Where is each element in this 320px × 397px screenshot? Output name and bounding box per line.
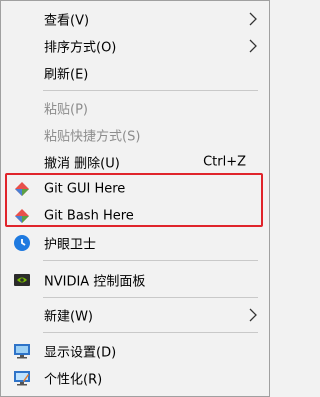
menu-item-undo-label: 撤消 删除(U): [44, 156, 120, 172]
display-settings-icon: [14, 344, 30, 359]
menu-item-refresh[interactable]: 刷新(E): [2, 61, 268, 85]
menu-item-personalize-label: 个性化(R): [44, 372, 103, 388]
menu-item-display-settings-label: 显示设置(D): [44, 345, 117, 361]
menu-item-sort[interactable]: 排序方式(O): [2, 34, 268, 58]
chevron-right-icon: [249, 308, 257, 322]
nvidia-icon: [14, 274, 30, 286]
menu-item-git-bash-label: Git Bash Here: [44, 208, 134, 224]
context-menu: 查看(V) 排序方式(O) 刷新(E) 粘贴(P) 粘贴快捷方式(S) 撤消 删…: [0, 0, 270, 397]
menu-item-undo-delete[interactable]: 撤消 删除(U) Ctrl+Z: [2, 150, 268, 174]
personalize-icon: [14, 371, 30, 386]
menu-item-paste-shortcut[interactable]: 粘贴快捷方式(S): [2, 123, 268, 147]
menu-item-display-settings[interactable]: 显示设置(D): [2, 339, 268, 363]
menu-item-eye-guard[interactable]: 护眼卫士: [2, 231, 268, 255]
menu-item-paste-shortcut-label: 粘贴快捷方式(S): [44, 129, 141, 145]
menu-item-sort-label: 排序方式(O): [44, 40, 117, 56]
git-gui-icon: [15, 182, 29, 196]
menu-item-eye-guard-label: 护眼卫士: [44, 237, 97, 253]
menu-item-nvidia-label: NVIDIA 控制面板: [44, 274, 146, 290]
menu-item-nvidia[interactable]: NVIDIA 控制面板: [2, 268, 268, 292]
menu-separator: [43, 260, 258, 261]
chevron-right-icon: [249, 12, 257, 26]
menu-item-new[interactable]: 新建(W): [2, 303, 268, 327]
menu-item-personalize[interactable]: 个性化(R): [2, 366, 268, 390]
menu-separator: [43, 332, 258, 333]
git-bash-icon: [15, 209, 29, 223]
menu-item-undo-shortcut: Ctrl+Z: [203, 154, 246, 170]
menu-item-paste-label: 粘贴(P): [44, 102, 88, 118]
menu-separator: [43, 297, 258, 298]
menu-item-paste[interactable]: 粘贴(P): [2, 96, 268, 120]
menu-item-new-label: 新建(W): [44, 309, 93, 325]
menu-item-git-bash[interactable]: Git Bash Here: [2, 204, 268, 228]
menu-item-git-gui-label: Git GUI Here: [44, 181, 126, 197]
menu-separator: [43, 90, 258, 91]
menu-item-view-label: 查看(V): [44, 13, 90, 29]
menu-item-git-gui[interactable]: Git GUI Here: [2, 177, 268, 201]
eye-guard-icon: [14, 235, 30, 251]
menu-item-refresh-label: 刷新(E): [44, 67, 89, 83]
chevron-right-icon: [249, 39, 257, 53]
menu-item-view[interactable]: 查看(V): [2, 7, 268, 31]
